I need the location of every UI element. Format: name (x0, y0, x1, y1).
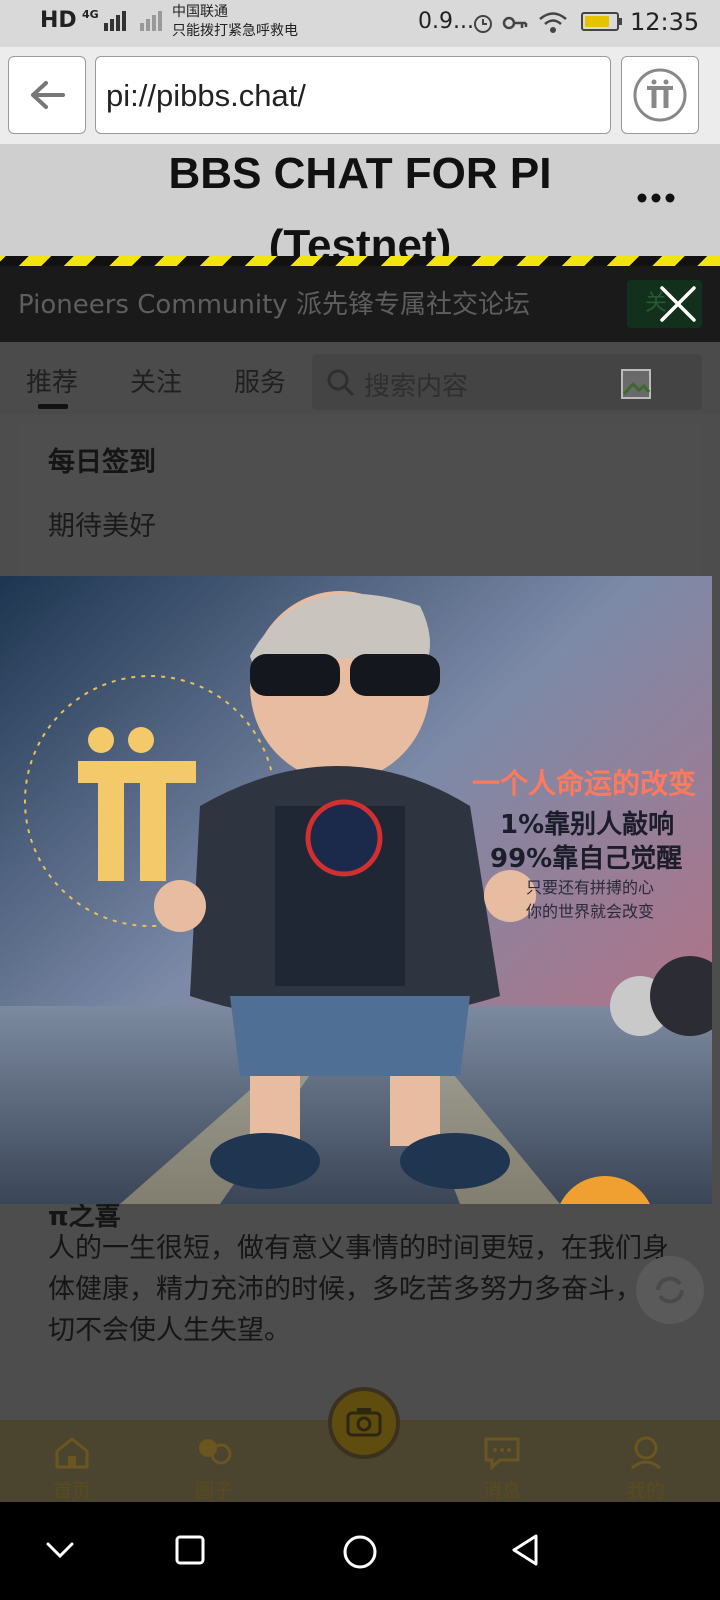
battery-icon (581, 12, 622, 31)
pi-browser-button[interactable] (621, 56, 699, 134)
message-icon (484, 1437, 520, 1470)
nav-home[interactable]: 首页 (32, 1420, 112, 1502)
feed-tabs: 推荐 关注 服务 搜索内容 (0, 342, 720, 414)
nav-home-label: 首页 (52, 1480, 91, 1502)
community-bar: Pioneers Community 派先锋专属社交论坛 关 (0, 266, 720, 342)
search-box[interactable]: 搜索内容 (312, 354, 702, 410)
camera-icon (346, 1408, 382, 1437)
alarm-icon (474, 15, 492, 33)
tab-services[interactable]: 服务 (234, 362, 286, 399)
url-field[interactable]: pi://pibbs.chat/ (95, 56, 611, 134)
browser-toolbar: pi://pibbs.chat/ (0, 47, 720, 144)
nav-profile-label: 我的 (626, 1480, 665, 1502)
key-icon (502, 16, 528, 30)
recent-apps-icon[interactable] (172, 1532, 208, 1568)
more-options-icon[interactable] (636, 192, 676, 204)
back-arrow-icon (31, 81, 65, 109)
search-icon (327, 369, 354, 396)
carrier-info: 中国联通 只能拨打紧急呼救电 (172, 3, 298, 41)
home-button-icon[interactable] (340, 1532, 380, 1572)
nav-messages[interactable]: 消息 (462, 1420, 542, 1502)
carrier-emergency-note: 只能拨打紧急呼救电 (172, 23, 298, 39)
status-bar: HD 4G 中国联通 只能拨打紧急呼救电 0.9... 12:35 (0, 0, 720, 47)
refresh-icon (656, 1276, 684, 1304)
network-type-label: 4G (82, 8, 99, 21)
home-icon (55, 1437, 89, 1469)
active-tab-indicator (38, 404, 68, 409)
community-title: Pioneers Community 派先锋专属社交论坛 (18, 290, 530, 320)
refresh-button[interactable] (636, 1256, 704, 1324)
poster-slogan-line1: 一个人命运的改变 (472, 767, 697, 800)
poster-slogan-line3: 99%靠自己觉醒 (490, 844, 683, 874)
post-body: 人的一生很短，做有意义事情的时间更短，在我们身体健康，精力充沛的时候，多吃苦多努… (48, 1233, 669, 1346)
checkin-title: 每日签到 (48, 447, 156, 478)
nav-circle-label: 圈子 (194, 1480, 233, 1502)
tab-recommended[interactable]: 推荐 (26, 362, 78, 399)
nav-messages-label: 消息 (482, 1480, 521, 1502)
hide-keyboard-icon[interactable] (42, 1532, 78, 1568)
nav-circle[interactable]: 圈子 (174, 1420, 254, 1502)
tab-following[interactable]: 关注 (130, 362, 182, 399)
clock: 12:35 (630, 8, 700, 36)
system-nav-bar (0, 1502, 720, 1600)
nav-profile[interactable]: 我的 (606, 1420, 686, 1502)
poster-slogan-line2: 1%靠别人敲响 (500, 810, 675, 840)
back-button[interactable] (8, 56, 86, 134)
testnet-banner: BBS CHAT FOR PI (Testnet) (0, 144, 720, 270)
circle-icon (199, 1439, 232, 1465)
wifi-icon (539, 12, 567, 33)
camera-post-button[interactable] (328, 1387, 400, 1459)
checkin-card[interactable]: 每日签到 期待美好 (18, 424, 702, 584)
checkin-subtitle: 期待美好 (48, 511, 156, 542)
profile-icon (631, 1436, 661, 1470)
warning-stripe (0, 256, 720, 266)
poster-slogan-line5: 你的世界就会改变 (526, 902, 655, 921)
network-hd-label: HD (40, 8, 77, 33)
close-icon[interactable] (656, 282, 700, 326)
poster-slogan-line4: 只要还有拼搏的心 (526, 878, 655, 897)
poster-image: 一个人命运的改变 1%靠别人敲响 99%靠自己觉醒 只要还有拼搏的心 你的世界就… (0, 576, 712, 1204)
broken-image-icon (621, 369, 651, 399)
search-placeholder: 搜索内容 (364, 372, 469, 402)
system-back-icon[interactable] (508, 1532, 544, 1568)
network-speed: 0.9... (418, 9, 474, 34)
pi-logo-icon (633, 68, 687, 122)
banner-title-line1: BBS CHAT FOR PI (168, 149, 552, 198)
carrier-name: 中国联通 (172, 4, 228, 20)
